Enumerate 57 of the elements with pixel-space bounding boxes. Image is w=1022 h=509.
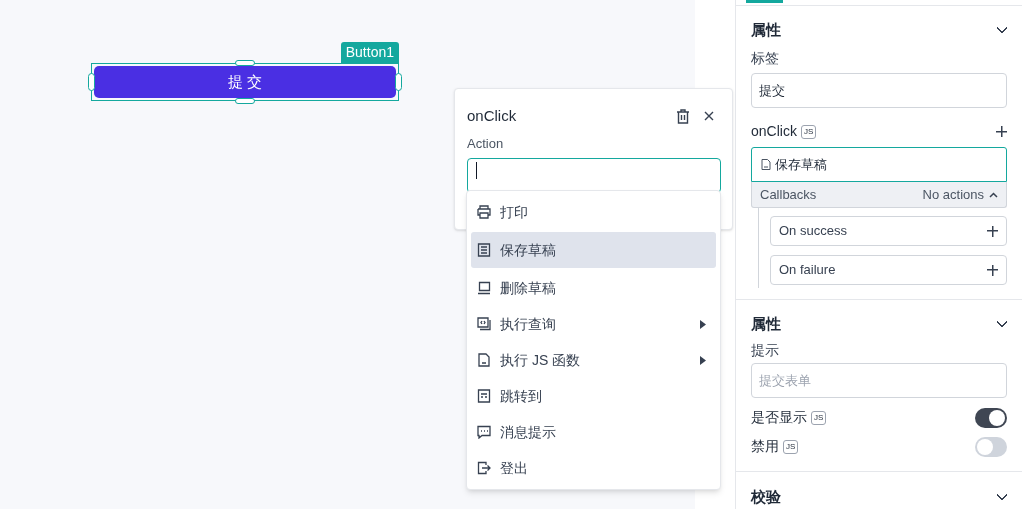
callbacks-label: Callbacks — [760, 185, 817, 204]
section-title: 属性 — [751, 19, 781, 40]
js-badge[interactable]: JS — [783, 439, 799, 454]
chat-bubble-icon — [477, 425, 491, 439]
section-title: 校验 — [751, 487, 781, 507]
callback-row[interactable]: On failure — [770, 255, 1007, 285]
action-box[interactable]: 保存草稿 — [751, 147, 1007, 182]
logout-icon — [477, 461, 491, 475]
close-icon[interactable] — [704, 111, 714, 122]
menu-item[interactable]: 消息提示 — [471, 416, 716, 448]
toggle-switch[interactable] — [975, 436, 1007, 457]
menu-item[interactable]: 登出 — [471, 452, 716, 484]
trash-icon[interactable] — [676, 108, 690, 124]
menu-item[interactable]: 跳转到 — [471, 380, 716, 412]
section-title: 属性 — [751, 313, 781, 334]
toggle-label: 禁用 — [751, 437, 779, 456]
js-badge[interactable]: JS — [811, 410, 827, 425]
callback-row[interactable]: On success — [770, 216, 1007, 246]
resize-handle[interactable] — [235, 60, 255, 66]
callback-label: On success — [779, 222, 847, 241]
event-label: onClick — [751, 122, 797, 141]
laptop-icon — [477, 281, 491, 295]
submit-button[interactable]: 提 交 — [94, 66, 396, 98]
callbacks-bar[interactable]: Callbacks No actions — [751, 182, 1007, 208]
callback-label: On failure — [779, 261, 836, 280]
hint-input-field[interactable]: 提交表单 — [751, 363, 1007, 398]
chevron-down-icon[interactable] — [997, 321, 1007, 327]
chevron-up-icon — [989, 191, 998, 198]
text-cursor — [476, 162, 477, 179]
widget-name-tag: Button1 — [340, 42, 399, 63]
field-label: 提示 — [751, 341, 780, 360]
active-tab-indicator — [746, 0, 783, 3]
resize-handle[interactable] — [235, 98, 255, 104]
code-window-icon — [477, 317, 491, 331]
resize-handle[interactable] — [88, 73, 95, 91]
js-file-icon — [761, 159, 771, 170]
field-label: 标签 — [751, 49, 780, 68]
page-icon — [477, 389, 491, 403]
printer-icon — [477, 205, 491, 219]
popup-title: onClick — [467, 106, 517, 126]
menu-item[interactable]: 执行 JS 函数 — [471, 344, 716, 376]
toggle-switch[interactable] — [975, 407, 1007, 428]
label-input-field[interactable]: 提交 — [751, 73, 1007, 108]
menu-item[interactable]: 打印 — [471, 196, 716, 228]
chevron-down-icon[interactable] — [997, 27, 1007, 33]
resize-handle[interactable] — [395, 73, 402, 91]
menu-item[interactable]: 执行查询 — [471, 308, 716, 340]
chevron-down-icon[interactable] — [997, 494, 1007, 501]
js-file-icon — [477, 353, 491, 367]
toggle-label: 是否显示 — [751, 408, 807, 427]
menu-item[interactable]: 删除草稿 — [471, 272, 716, 304]
action-name: 保存草稿 — [775, 155, 827, 174]
js-badge[interactable]: JS — [800, 124, 817, 139]
menu-item[interactable]: 保存草稿 — [471, 232, 716, 268]
document-icon — [477, 243, 491, 257]
field-label: Action — [467, 134, 505, 153]
callbacks-status: No actions — [922, 185, 984, 204]
